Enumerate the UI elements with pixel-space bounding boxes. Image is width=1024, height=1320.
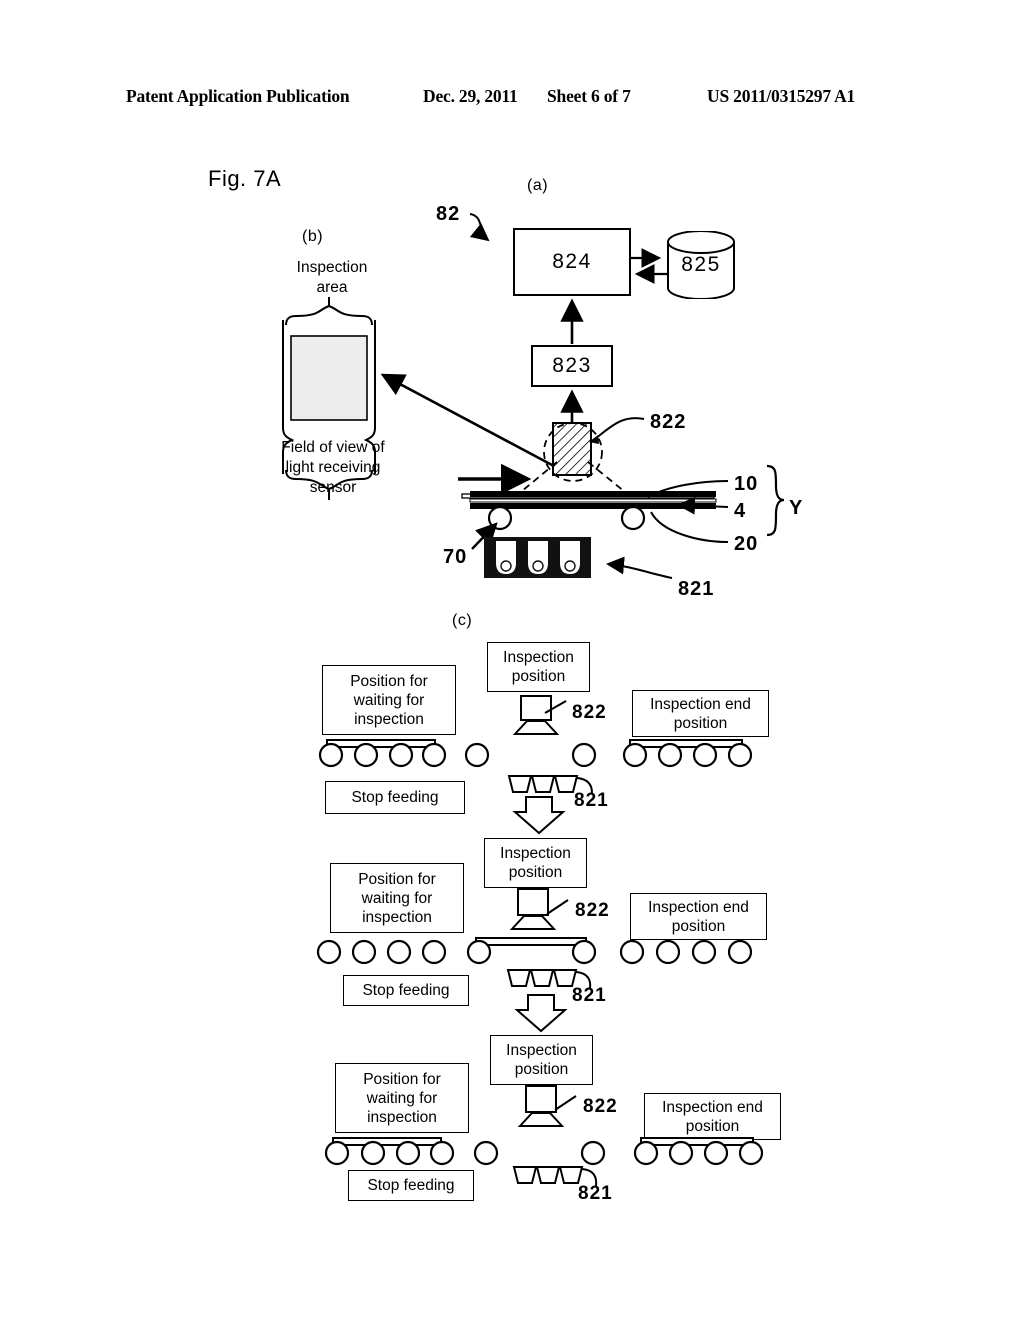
ref-822-leader (589, 417, 645, 444)
row1-middle-rollers (464, 742, 597, 768)
sensor-block-822 (552, 422, 592, 476)
figure-lineart (282, 213, 785, 1187)
bracket-Y (766, 464, 785, 537)
row1-sensor-822-icon (512, 695, 567, 735)
ref-20-leader (650, 511, 729, 543)
row3-right-conveyor (633, 1137, 764, 1166)
row1-right-conveyor (622, 739, 753, 768)
illuminator-821 (484, 537, 591, 578)
patent-drawing-page: Patent Application Publication Dec. 29, … (0, 0, 1024, 1320)
flow-arrow-row2-row3 (514, 994, 568, 1033)
flow-arrow-row1-row2 (512, 796, 566, 835)
row2-sensor-822-icon (509, 888, 569, 930)
row1-trays-821 (507, 775, 593, 794)
conveyor-rollers-70 (487, 505, 646, 531)
panel-b-pointer-arrow (380, 373, 553, 467)
row1-left-conveyor (318, 739, 447, 768)
ref-82-leader (469, 213, 490, 242)
row2-trays-821 (506, 969, 592, 989)
inspection-area-figure (282, 297, 376, 500)
row2-middle-conveyor (466, 937, 597, 965)
row3-left-conveyor (324, 1137, 455, 1166)
row3-trays-821 (512, 1166, 598, 1187)
ref-821-leader (606, 556, 673, 579)
row2-left-rollers (316, 939, 447, 965)
row2-right-rollers (619, 939, 753, 965)
row3-sensor-822-icon (517, 1085, 577, 1127)
row3-middle-rollers (473, 1140, 606, 1166)
